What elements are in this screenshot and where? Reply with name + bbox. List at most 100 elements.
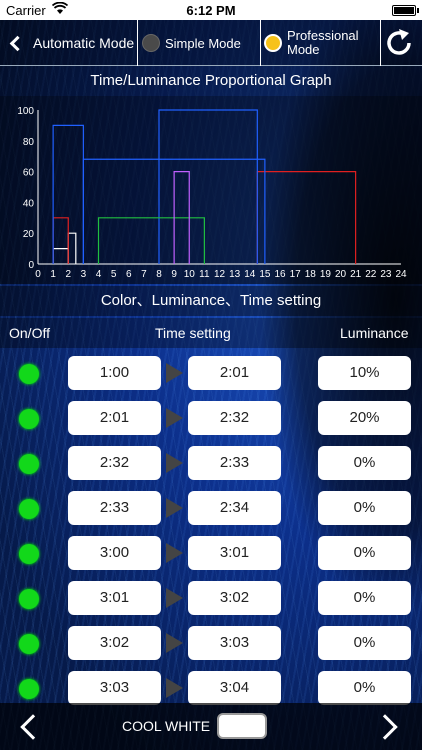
x-tick-label: 5 xyxy=(111,269,117,280)
x-tick-label: 9 xyxy=(171,269,177,280)
start-time-field[interactable]: 1:00 xyxy=(68,356,161,390)
list-item: 3:01 3:02 0% xyxy=(0,577,422,622)
end-time-field[interactable]: 2:01 xyxy=(188,356,281,390)
divider xyxy=(260,20,261,66)
proportional-graph: 0 1 2 3 4 5 6 7 8 9 10 11 12 13 14 15 16 17 18 19 20 21 22 23 24… xyxy=(0,96,422,284)
luminance-field[interactable]: 0% xyxy=(318,626,411,660)
onoff-toggle[interactable] xyxy=(19,679,39,699)
onoff-toggle[interactable] xyxy=(19,634,39,654)
end-time-field[interactable]: 3:03 xyxy=(188,626,281,660)
luminance-field[interactable]: 20% xyxy=(318,401,411,435)
chevron-left-icon xyxy=(20,714,46,740)
x-tick-label: 15 xyxy=(259,269,271,280)
end-time-field[interactable]: 3:04 xyxy=(188,671,281,705)
arrow-right-icon xyxy=(166,363,183,383)
onoff-toggle[interactable] xyxy=(19,589,39,609)
series-interval xyxy=(52,248,69,264)
arrow-right-icon xyxy=(166,543,183,563)
x-tick-label: 12 xyxy=(214,269,226,280)
x-tick-label: 6 xyxy=(126,269,132,280)
simple-mode-option[interactable]: Simple Mode xyxy=(142,28,241,58)
x-tick-label: 14 xyxy=(244,269,256,280)
bottom-bar: COOL WHITE xyxy=(0,703,422,750)
onoff-toggle[interactable] xyxy=(19,454,39,474)
x-tick-label: 16 xyxy=(274,269,286,280)
color-name-label: COOL WHITE xyxy=(122,718,211,734)
y-tick-label: 100 xyxy=(17,106,34,117)
x-tick-label: 24 xyxy=(395,269,407,280)
refresh-icon[interactable] xyxy=(382,26,416,60)
list-item: 3:02 3:03 0% xyxy=(0,622,422,667)
list-item: 3:00 3:01 0% xyxy=(0,532,422,577)
clock: 6:12 PM xyxy=(186,3,236,18)
luminance-field[interactable]: 0% xyxy=(318,491,411,525)
arrow-right-icon xyxy=(166,678,183,698)
x-tick-label: 4 xyxy=(96,269,102,280)
end-time-field[interactable]: 2:34 xyxy=(188,491,281,525)
start-time-field[interactable]: 2:32 xyxy=(68,446,161,480)
arrow-right-icon xyxy=(166,633,183,653)
luminance-header: Luminance xyxy=(340,325,409,341)
x-tick-label: 2 xyxy=(65,269,71,280)
setting-section-title: Color、Luminance、Time setting xyxy=(0,286,422,316)
luminance-field[interactable]: 0% xyxy=(318,671,411,705)
professional-mode-option[interactable]: Professional Mode xyxy=(264,28,376,58)
onoff-header: On/Off xyxy=(9,325,50,341)
x-tick-label: 18 xyxy=(305,269,317,280)
next-color-button[interactable] xyxy=(372,712,406,742)
mode-bar: Automatic Mode Simple Mode Professional … xyxy=(0,20,422,66)
color-swatch[interactable] xyxy=(217,713,267,739)
x-tick-label: 21 xyxy=(350,269,362,280)
onoff-toggle[interactable] xyxy=(19,544,39,564)
divider xyxy=(380,20,381,66)
start-time-field[interactable]: 3:03 xyxy=(68,671,161,705)
end-time-field[interactable]: 3:01 xyxy=(188,536,281,570)
x-tick-label: 10 xyxy=(184,269,196,280)
x-tick-label: 19 xyxy=(320,269,332,280)
divider xyxy=(137,20,138,66)
simple-mode-label: Simple Mode xyxy=(165,35,241,51)
start-time-field[interactable]: 3:01 xyxy=(68,581,161,615)
battery-icon xyxy=(392,5,419,16)
onoff-toggle[interactable] xyxy=(19,499,39,519)
start-time-field[interactable]: 3:02 xyxy=(68,626,161,660)
luminance-field[interactable]: 0% xyxy=(318,536,411,570)
professional-mode-label: Professional Mode xyxy=(287,28,359,57)
series-interval xyxy=(97,217,205,264)
list-item: 1:00 2:01 10% xyxy=(0,352,422,397)
graph-svg: 0 1 2 3 4 5 6 7 8 9 10 11 12 13 14 15 16 17 18 19 20 21 22 23 24… xyxy=(17,106,407,280)
column-headers: On/Off Time setting Luminance xyxy=(0,318,422,348)
status-bar: Carrier 6:12 PM xyxy=(0,0,422,20)
settings-list: 1:00 2:01 10% 2:01 2:32 20% 2:32 2:33 0%… xyxy=(0,352,422,712)
start-time-field[interactable]: 2:33 xyxy=(68,491,161,525)
end-time-field[interactable]: 3:02 xyxy=(188,581,281,615)
x-tick-label: 17 xyxy=(290,269,302,280)
list-item: 2:33 2:34 0% xyxy=(0,487,422,532)
luminance-field[interactable]: 0% xyxy=(318,581,411,615)
list-item: 2:01 2:32 20% xyxy=(0,397,422,442)
onoff-toggle[interactable] xyxy=(19,409,39,429)
start-time-field[interactable]: 3:00 xyxy=(68,536,161,570)
x-tick-label: 3 xyxy=(81,269,87,280)
luminance-field[interactable]: 0% xyxy=(318,446,411,480)
end-time-field[interactable]: 2:32 xyxy=(188,401,281,435)
end-time-field[interactable]: 2:33 xyxy=(188,446,281,480)
list-item: 2:32 2:33 0% xyxy=(0,442,422,487)
y-tick-label: 80 xyxy=(23,137,35,148)
x-tick-label: 0 xyxy=(35,269,41,280)
x-tick-label: 7 xyxy=(141,269,147,280)
x-tick-label: 8 xyxy=(156,269,162,280)
previous-color-button[interactable] xyxy=(16,712,46,742)
arrow-right-icon xyxy=(166,408,183,428)
x-tick-label: 20 xyxy=(335,269,347,280)
chevron-right-icon xyxy=(372,714,398,740)
luminance-field[interactable]: 10% xyxy=(318,356,411,390)
radio-off-icon xyxy=(142,34,160,52)
automatic-mode-label: Automatic Mode xyxy=(33,35,135,51)
x-tick-label: 13 xyxy=(229,269,241,280)
automatic-mode-back-button[interactable]: Automatic Mode xyxy=(8,30,134,56)
onoff-toggle[interactable] xyxy=(19,364,39,384)
series-interval xyxy=(256,171,357,264)
start-time-field[interactable]: 2:01 xyxy=(68,401,161,435)
y-tick-label: 0 xyxy=(28,260,34,271)
